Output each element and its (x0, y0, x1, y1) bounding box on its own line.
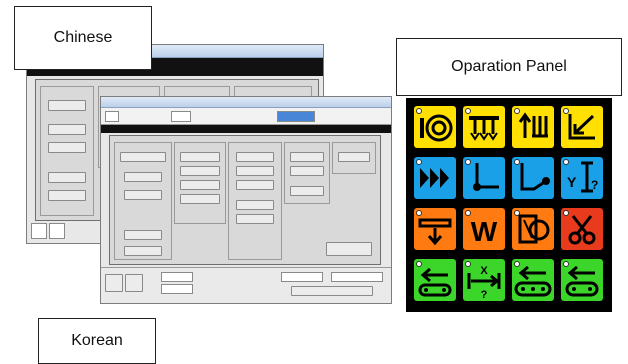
panel-key-feed-back[interactable] (414, 259, 456, 301)
w-letter-icon: W (471, 216, 498, 247)
svg-text:?: ? (481, 289, 488, 301)
korean-dialog (109, 135, 381, 265)
height-adjust-icon: Y ? (567, 161, 598, 193)
panel-key-thread-spool[interactable] (512, 208, 554, 250)
panel-key-feed-left[interactable] (512, 259, 554, 301)
panel-key-feed-right[interactable] (561, 259, 603, 301)
distance-unknown-icon: X ? (467, 265, 501, 301)
svg-text:?: ? (591, 178, 598, 192)
needle-select-icon (518, 112, 548, 138)
operation-panel-label: Oparation Panel (396, 38, 622, 96)
svg-text:W: W (471, 216, 498, 247)
needle-bar-icon (469, 116, 499, 141)
title-bar (101, 97, 391, 108)
panel-key-scissors[interactable] (561, 208, 603, 250)
bottom-controls (101, 267, 391, 303)
panel-key-diagonal-move[interactable] (561, 106, 603, 148)
panel-key-distance-unknown[interactable]: X ? (463, 259, 505, 301)
korean-label: Korean (38, 318, 156, 364)
origin-point-icon (473, 163, 499, 191)
panel-key-needle-select[interactable] (512, 106, 554, 148)
tray-down-icon (418, 218, 452, 246)
panel-key-return-point[interactable] (512, 157, 554, 199)
fast-forward-icon (420, 168, 449, 188)
chinese-label: Chinese (14, 6, 152, 70)
panel-key-height-adjust[interactable]: Y ? (561, 157, 603, 199)
feed-back-icon (418, 267, 452, 297)
feed-left-icon (514, 265, 552, 297)
panel-key-drum-rolls[interactable] (414, 106, 456, 148)
panel-key-fast-forward[interactable] (414, 157, 456, 199)
panel-key-tray-down[interactable] (414, 208, 456, 250)
scissors-icon (568, 215, 596, 245)
return-point-icon (520, 163, 550, 191)
svg-text:X: X (480, 265, 488, 277)
panel-key-w-letter[interactable]: W (463, 208, 505, 250)
status-strip (101, 125, 391, 133)
panel-key-needle-bar[interactable] (463, 106, 505, 148)
drum-rolls-icon (420, 114, 453, 142)
info-strip (101, 108, 391, 125)
operation-panel: Y ? W X ? (406, 98, 612, 312)
korean-screenshot (100, 96, 392, 304)
thread-spool-icon (518, 214, 550, 244)
diagonal-move-icon (568, 114, 595, 140)
feed-right-icon (565, 265, 599, 297)
panel-key-origin-point[interactable] (463, 157, 505, 199)
svg-text:Y: Y (567, 174, 577, 190)
